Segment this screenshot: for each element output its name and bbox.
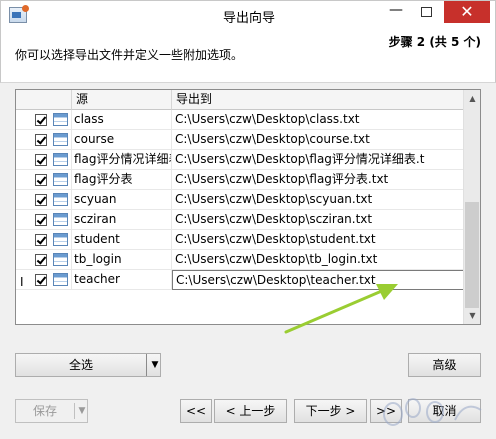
target-path-cell[interactable]: C:\Users\czw\Desktop\class.txt xyxy=(172,110,464,130)
row-selector-cell[interactable]: I xyxy=(16,270,72,290)
table-icon xyxy=(53,173,68,186)
advanced-button[interactable]: 高级 xyxy=(408,353,481,377)
target-path-cell[interactable]: C:\Users\czw\Desktop\scyuan.txt xyxy=(172,190,464,210)
row-edit-cursor-icon: I xyxy=(20,275,24,289)
wizard-header: 步骤 2 (共 5 个) 你可以选择导出文件并定义一些附加选项。 xyxy=(0,30,496,83)
row-selector-cell[interactable] xyxy=(16,190,72,210)
first-step-button[interactable]: << xyxy=(180,399,212,423)
table-row[interactable]: scyuan C:\Users\czw\Desktop\scyuan.txt xyxy=(16,190,464,210)
row-selector-cell[interactable] xyxy=(16,110,72,130)
target-path-text: C:\Users\czw\Desktop\class.txt xyxy=(175,112,360,126)
table-icon xyxy=(53,133,68,146)
minimize-button[interactable]: — xyxy=(381,1,411,23)
save-label: 保存 xyxy=(32,404,57,418)
source-cell[interactable]: scziran xyxy=(72,210,172,230)
select-all-label: 全选 xyxy=(68,358,93,372)
source-cell[interactable]: flag评分表 xyxy=(72,170,172,190)
source-cell[interactable]: class xyxy=(72,110,172,130)
row-checkbox[interactable] xyxy=(35,194,47,206)
export-table[interactable]: 源 导出到 class C:\Users\czw\Desktop\class.tx… xyxy=(15,89,481,325)
watermark-logo xyxy=(383,398,482,426)
scrollbar-thumb[interactable] xyxy=(465,202,479,308)
target-path-text: C:\Users\czw\Desktop\course.txt xyxy=(175,132,370,146)
table-row[interactable]: class C:\Users\czw\Desktop\class.txt xyxy=(16,110,464,130)
source-cell[interactable]: student xyxy=(72,230,172,250)
row-checkbox[interactable] xyxy=(35,254,47,266)
source-cell[interactable]: tb_login xyxy=(72,250,172,270)
target-path-text: C:\Users\czw\Desktop\flag评分情况详细表.t xyxy=(175,152,425,166)
instruction-text: 你可以选择导出文件并定义一些附加选项。 xyxy=(15,48,244,62)
table-icon xyxy=(53,153,68,166)
row-checkbox[interactable] xyxy=(35,274,47,286)
vertical-scrollbar[interactable]: ▲ ▼ xyxy=(463,90,480,324)
row-selector-cell[interactable] xyxy=(16,230,72,250)
split-divider xyxy=(74,403,75,419)
column-header-target[interactable]: 导出到 xyxy=(172,90,464,110)
row-checkbox[interactable] xyxy=(35,174,47,186)
source-cell[interactable]: flag评分情况详细表 xyxy=(72,150,172,170)
table-row[interactable]: flag评分情况详细表 C:\Users\czw\Desktop\flag评分情况… xyxy=(16,150,464,170)
table-row[interactable]: student C:\Users\czw\Desktop\student.txt xyxy=(16,230,464,250)
row-checkbox[interactable] xyxy=(35,234,47,246)
maximize-button[interactable] xyxy=(411,1,441,23)
target-path-text: C:\Users\czw\Desktop\student.txt xyxy=(175,232,376,246)
close-button[interactable]: ✕ xyxy=(444,1,490,23)
table-icon xyxy=(53,113,68,126)
row-selector-cell[interactable] xyxy=(16,170,72,190)
target-path-cell[interactable]: C:\Users\czw\Desktop\flag评分情况详细表.t xyxy=(172,150,464,170)
row-selector-cell[interactable] xyxy=(16,150,72,170)
source-cell[interactable]: scyuan xyxy=(72,190,172,210)
title-bar: 导出向导 — ✕ xyxy=(0,0,496,30)
source-cell[interactable]: course xyxy=(72,130,172,150)
row-checkbox[interactable] xyxy=(35,154,47,166)
row-checkbox[interactable] xyxy=(35,114,47,126)
step-indicator: 步骤 2 (共 5 个) xyxy=(388,35,481,49)
target-path-cell[interactable]: C:\Users\czw\Desktop\course.txt xyxy=(172,130,464,150)
row-checkbox[interactable] xyxy=(35,214,47,226)
header-indicator-cell xyxy=(16,90,72,110)
dropdown-arrow-icon[interactable]: ▼ xyxy=(76,400,88,422)
table-icon xyxy=(53,193,68,206)
table-row[interactable]: scziran C:\Users\czw\Desktop\scziran.txt xyxy=(16,210,464,230)
target-path-cell[interactable]: C:\Users\czw\Desktop\student.txt xyxy=(172,230,464,250)
target-path-cell[interactable]: C:\Users\czw\Desktop\scziran.txt xyxy=(172,210,464,230)
row-checkbox[interactable] xyxy=(35,134,47,146)
target-path-text: C:\Users\czw\Desktop\scziran.txt xyxy=(175,212,373,226)
select-all-button[interactable]: 全选 ▼ xyxy=(15,353,161,377)
previous-step-button[interactable]: < 上一步 xyxy=(214,399,287,423)
arrow-annotation-icon xyxy=(284,284,398,334)
scroll-down-arrow-icon[interactable]: ▼ xyxy=(464,307,481,324)
next-step-button[interactable]: 下一步 > xyxy=(294,399,367,423)
save-button[interactable]: 保存 ▼ xyxy=(15,399,88,423)
row-selector-cell[interactable] xyxy=(16,130,72,150)
target-path-text: C:\Users\czw\Desktop\flag评分表.txt xyxy=(175,172,389,186)
column-header-source[interactable]: 源 xyxy=(72,90,172,110)
split-divider xyxy=(146,354,147,376)
table-row[interactable]: course C:\Users\czw\Desktop\course.txt xyxy=(16,130,464,150)
row-selector-cell[interactable] xyxy=(16,250,72,270)
target-path-cell[interactable]: C:\Users\czw\Desktop\flag评分表.txt xyxy=(172,170,464,190)
target-path-text: C:\Users\czw\Desktop\scyuan.txt xyxy=(175,192,373,206)
table-row[interactable]: flag评分表 C:\Users\czw\Desktop\flag评分表.txt xyxy=(16,170,464,190)
dropdown-arrow-icon[interactable]: ▼ xyxy=(149,354,161,376)
row-selector-cell[interactable] xyxy=(16,210,72,230)
scroll-up-arrow-icon[interactable]: ▲ xyxy=(464,90,481,107)
table-icon xyxy=(53,273,68,286)
table-icon xyxy=(53,233,68,246)
table-icon xyxy=(53,253,68,266)
source-cell[interactable]: teacher xyxy=(72,270,172,290)
table-icon xyxy=(53,213,68,226)
